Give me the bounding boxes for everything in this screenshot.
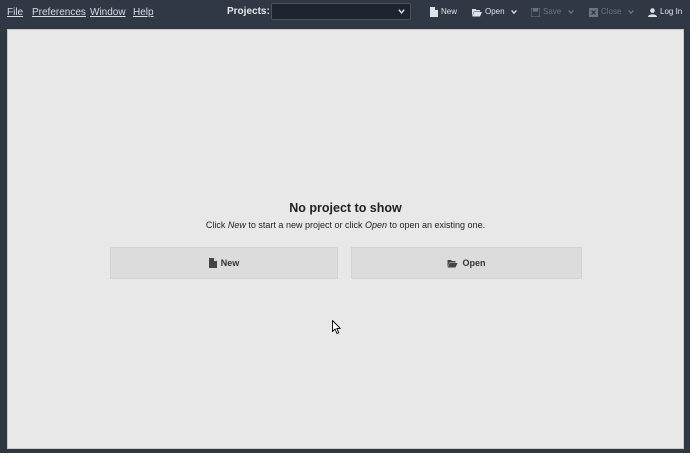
toolbar-save-button[interactable]: Save (531, 5, 561, 19)
chevron-down-icon (398, 9, 405, 14)
top-bar: File Preferences Window Help Projects: N… (0, 0, 690, 26)
toolbar-new-button[interactable]: New (430, 5, 457, 19)
subtitle-prefix: Click (205, 220, 228, 230)
toolbar-open-button[interactable]: Open (472, 5, 505, 19)
menu-help-label: Help (133, 7, 154, 18)
toolbar-new-label: New (441, 7, 458, 16)
file-icon (430, 7, 438, 17)
mouse-pointer-icon (332, 320, 341, 334)
empty-state-title: No project to show (289, 201, 402, 215)
menu-file-label: File (7, 7, 24, 18)
main-panel: No project to show Click New to start a … (7, 29, 684, 449)
subtitle-middle: to start a new project or click (245, 220, 365, 230)
subtitle-open-emphasis: Open (364, 220, 387, 230)
menu-preferences[interactable]: Preferences (32, 7, 86, 19)
toolbar-close-label: Close (601, 7, 622, 16)
login-button[interactable]: Log In (648, 5, 682, 19)
bottom-border (0, 449, 690, 453)
close-dropdown-chevron-icon[interactable] (627, 8, 635, 16)
user-icon (648, 7, 657, 17)
folder-open-icon (447, 259, 458, 267)
menu-window[interactable]: Window (90, 7, 126, 19)
menu-window-label: Window (90, 7, 126, 18)
subtitle-suffix: to open an existing one. (387, 220, 486, 230)
login-label: Log In (660, 7, 683, 16)
new-project-button[interactable]: New (110, 247, 338, 279)
floppy-icon (531, 7, 540, 17)
open-dropdown-chevron-icon[interactable] (510, 8, 518, 16)
menu-help[interactable]: Help (133, 7, 154, 19)
menu-file[interactable]: File (7, 7, 23, 19)
toolbar-save-label: Save (543, 7, 562, 16)
save-dropdown-chevron-icon[interactable] (567, 8, 575, 16)
app-window: File Preferences Window Help Projects: N… (0, 0, 690, 453)
toolbar-close-button[interactable]: Close (589, 5, 621, 19)
menu-preferences-label: Preferences (32, 7, 86, 18)
file-icon (208, 258, 217, 268)
new-project-label: New (220, 258, 240, 268)
folder-open-icon (472, 8, 482, 16)
open-project-label: Open (462, 258, 486, 268)
projects-label: Projects: (227, 6, 270, 17)
close-box-icon (589, 7, 598, 17)
toolbar-open-label: Open (485, 7, 505, 16)
projects-dropdown[interactable] (271, 3, 411, 20)
empty-state-subtitle: Click New to start a new project or clic… (8, 220, 683, 230)
subtitle-new-emphasis: New (227, 220, 246, 230)
open-project-button[interactable]: Open (351, 247, 582, 279)
